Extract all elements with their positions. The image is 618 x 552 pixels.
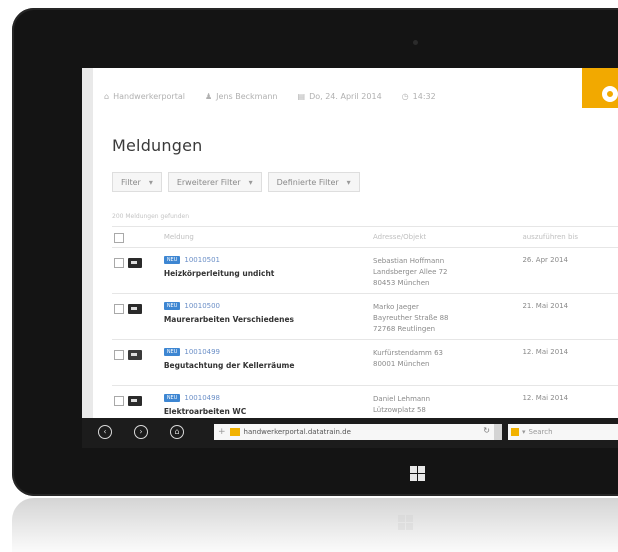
- defined-filter-dropdown[interactable]: Definierte Filter ▾: [267, 172, 360, 192]
- home-button[interactable]: ⌂: [170, 425, 184, 439]
- row-checkbox[interactable]: [114, 396, 124, 406]
- column-header-address[interactable]: Adresse/Objekt: [373, 233, 522, 241]
- new-badge: NEU: [163, 302, 181, 310]
- chevron-down-icon: ▾: [148, 177, 153, 187]
- filter-label: Filter: [121, 177, 141, 187]
- address-bar-end: [494, 424, 502, 440]
- portal-link[interactable]: ⌂ Handwerkerportal: [104, 92, 185, 101]
- report-id[interactable]: 10010501: [184, 256, 220, 264]
- user-name: Jens Beckmann: [216, 91, 278, 101]
- chevron-down-icon: ▾: [248, 177, 253, 187]
- results-count: 200 Meldungen gefunden: [112, 213, 190, 220]
- filter-bar: Filter ▾ Erweiterer Filter ▾ Definierte …: [112, 172, 360, 192]
- arrow-left-icon: ‹: [103, 427, 107, 436]
- toolbox-icon: [127, 396, 142, 406]
- address-bar[interactable]: + handwerkerportal.datatrain.de ↻: [214, 424, 494, 440]
- address-line: 80453 München: [373, 279, 430, 287]
- scene: ⌂ Handwerkerportal ♟ Jens Beckmann ▤ Do,…: [0, 0, 618, 552]
- reports-table: Meldung Adresse/Objekt auszuführen bis N…: [112, 226, 618, 432]
- new-badge: NEU: [163, 348, 181, 356]
- home-icon: ⌂: [174, 427, 180, 436]
- select-all-checkbox[interactable]: [114, 233, 124, 243]
- extended-filter-label: Erweiterer Filter: [176, 177, 241, 187]
- address-line: Marko Jaeger: [373, 303, 419, 311]
- due-date: 12. Mai 2014: [522, 394, 569, 402]
- plus-icon: +: [218, 427, 226, 437]
- report-title[interactable]: Maurerarbeiten Verschiedenes: [164, 315, 373, 324]
- chevron-down-icon: ▾: [346, 177, 351, 187]
- report-title[interactable]: Heizkörperleitung undicht: [164, 269, 373, 278]
- user-icon: ♟: [204, 91, 213, 101]
- table-row[interactable]: NEU 10010501 Heizkörperleitung undicht S…: [112, 248, 618, 294]
- windows-logo-icon[interactable]: [410, 466, 425, 481]
- brand-logo[interactable]: [582, 68, 618, 108]
- address-line: Bayreuther Straße 88: [373, 314, 449, 322]
- filter-dropdown[interactable]: Filter ▾: [112, 172, 162, 192]
- table-header: Meldung Adresse/Objekt auszuführen bis: [112, 226, 618, 248]
- address-line: 72768 Reutlingen: [373, 325, 436, 333]
- address-line: Daniel Lehmann: [373, 395, 431, 403]
- url-text: handwerkerportal.datatrain.de: [243, 428, 351, 436]
- chevron-down-icon: ▾: [522, 428, 526, 436]
- current-time: 14:32: [412, 91, 436, 101]
- new-badge: NEU: [163, 256, 181, 264]
- left-sidebar-strip: [82, 68, 93, 418]
- logo-ring-icon: [602, 86, 618, 102]
- column-header-due[interactable]: auszuführen bis: [522, 233, 618, 241]
- address-line: 80001 München: [373, 360, 430, 368]
- reload-icon[interactable]: ↻: [483, 426, 490, 435]
- due-date: 26. Apr 2014: [522, 256, 568, 264]
- browser-bar: ‹ › ⌂ + handwerkerportal.datatrain.de ↻ …: [82, 418, 618, 448]
- inspection-icon: [127, 350, 142, 360]
- report-title[interactable]: Elektroarbeiten WC: [164, 407, 373, 416]
- address-line: Kurfürstendamm 63: [373, 349, 443, 357]
- search-engine-icon: [511, 428, 519, 436]
- address-line: Sebastian Hoffmann: [373, 257, 445, 265]
- page-title: Meldungen: [112, 136, 203, 155]
- table-row[interactable]: NEU 10010500 Maurerarbeiten Verschiedene…: [112, 294, 618, 340]
- search-input[interactable]: ▾ Search: [508, 424, 618, 440]
- screen: ⌂ Handwerkerportal ♟ Jens Beckmann ▤ Do,…: [82, 68, 618, 448]
- forward-button[interactable]: ›: [134, 425, 148, 439]
- tablet-frame: ⌂ Handwerkerportal ♟ Jens Beckmann ▤ Do,…: [12, 8, 618, 496]
- report-id[interactable]: 10010499: [184, 348, 220, 356]
- calendar-icon: ▤: [297, 91, 306, 101]
- reflection: [12, 498, 618, 552]
- defined-filter-label: Definierte Filter: [276, 177, 339, 187]
- row-checkbox[interactable]: [114, 350, 124, 360]
- folder-icon: [229, 428, 240, 436]
- report-title[interactable]: Begutachtung der Kellerräume: [164, 361, 373, 370]
- column-header-report[interactable]: Meldung: [164, 233, 373, 241]
- back-button[interactable]: ‹: [98, 425, 112, 439]
- address-line: Landsberger Allee 72: [373, 268, 448, 276]
- camera: [413, 40, 418, 45]
- new-badge: NEU: [163, 394, 181, 402]
- current-date: Do, 24. April 2014: [309, 91, 382, 101]
- extended-filter-dropdown[interactable]: Erweiterer Filter ▾: [167, 172, 262, 192]
- time-info: ◷ 14:32: [402, 92, 436, 101]
- windows-logo-reflection-icon: [398, 515, 413, 530]
- top-bar: ⌂ Handwerkerportal ♟ Jens Beckmann ▤ Do,…: [104, 88, 456, 104]
- toolbox-icon: [127, 304, 142, 314]
- date-info: ▤ Do, 24. April 2014: [298, 92, 382, 101]
- due-date: 12. Mai 2014: [522, 348, 569, 356]
- due-date: 21. Mai 2014: [522, 302, 569, 310]
- home-icon: ⌂: [104, 91, 110, 101]
- row-checkbox[interactable]: [114, 258, 124, 268]
- table-row[interactable]: NEU 10010499 Begutachtung der Kellerräum…: [112, 340, 618, 386]
- report-id[interactable]: 10010500: [184, 302, 220, 310]
- row-checkbox[interactable]: [114, 304, 124, 314]
- arrow-right-icon: ›: [139, 427, 143, 436]
- portal-name: Handwerkerportal: [113, 91, 185, 101]
- address-line: Lützowplatz 58: [373, 406, 426, 414]
- toolbox-icon: [127, 258, 142, 268]
- report-id[interactable]: 10010498: [184, 394, 220, 402]
- user-info[interactable]: ♟ Jens Beckmann: [205, 92, 278, 101]
- search-placeholder: Search: [528, 428, 553, 436]
- clock-icon: ◷: [401, 91, 409, 101]
